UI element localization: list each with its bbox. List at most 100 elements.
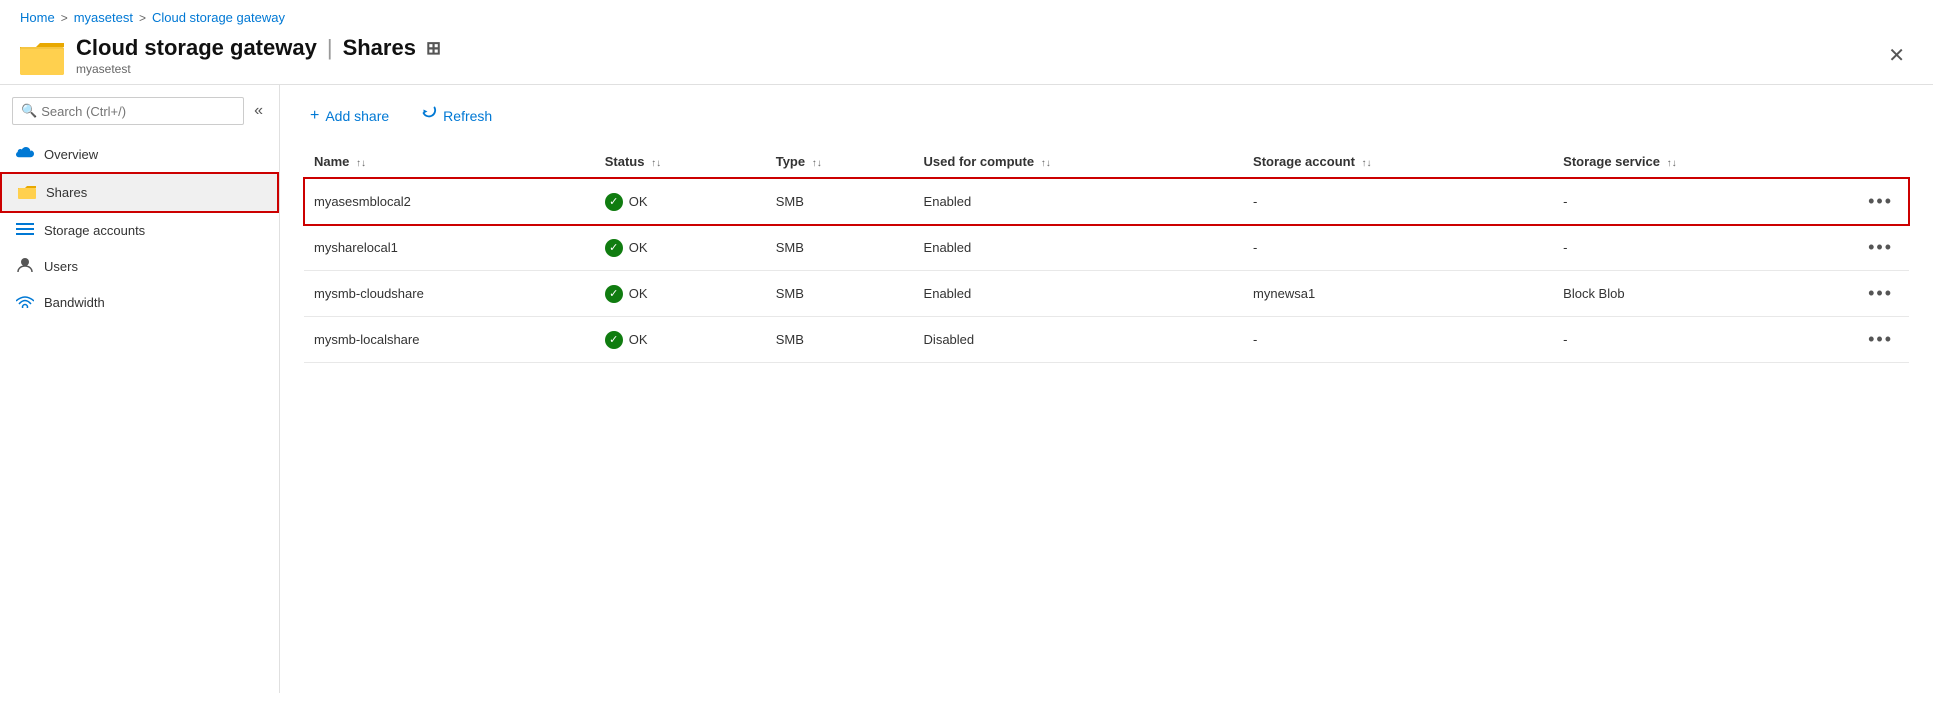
cell-name: mysmb-localshare bbox=[304, 317, 595, 363]
add-share-button[interactable]: + Add share bbox=[304, 103, 395, 129]
sort-name-icon[interactable]: ↑↓ bbox=[356, 158, 366, 169]
sidebar-item-bandwidth[interactable]: Bandwidth bbox=[0, 285, 279, 320]
shares-table: Name ↑↓ Status ↑↓ Type ↑↓ Used for com bbox=[304, 146, 1909, 363]
table-row[interactable]: myasesmblocal2 ✓ OK SMB Enabled - - • bbox=[304, 178, 1909, 225]
refresh-button[interactable]: Refresh bbox=[415, 101, 498, 130]
status-ok-icon: ✓ bbox=[605, 331, 623, 349]
cell-more[interactable]: ••• bbox=[1852, 178, 1909, 225]
sort-storage-account-icon[interactable]: ↑↓ bbox=[1362, 158, 1372, 169]
refresh-icon bbox=[421, 105, 437, 126]
title-divider: | bbox=[327, 35, 333, 61]
overview-icon bbox=[16, 146, 34, 163]
section-text: Shares bbox=[343, 35, 416, 61]
col-storage-account[interactable]: Storage account ↑↓ bbox=[1243, 146, 1553, 178]
cell-status: ✓ OK bbox=[595, 317, 766, 363]
cell-type: SMB bbox=[766, 225, 914, 271]
header-subtitle: myasetest bbox=[76, 62, 441, 76]
sidebar-item-storage-accounts[interactable]: Storage accounts bbox=[0, 213, 279, 248]
cell-storage-account: - bbox=[1243, 317, 1553, 363]
sidebar-item-overview[interactable]: Overview bbox=[0, 137, 279, 172]
shares-icon bbox=[18, 183, 36, 202]
page-header: Cloud storage gateway | Shares ⊞ myasete… bbox=[0, 31, 1933, 85]
cell-name: myasesmblocal2 bbox=[304, 178, 595, 225]
folder-icon bbox=[20, 37, 64, 75]
cell-more[interactable]: ••• bbox=[1852, 225, 1909, 271]
cell-more[interactable]: ••• bbox=[1852, 317, 1909, 363]
toolbar: + Add share Refresh bbox=[304, 101, 1909, 130]
status-text: OK bbox=[629, 194, 648, 209]
cell-type: SMB bbox=[766, 178, 914, 225]
status-text: OK bbox=[629, 240, 648, 255]
breadcrumb-sep-2: > bbox=[139, 11, 146, 25]
table-row[interactable]: mysmb-cloudshare ✓ OK SMB Enabled mynews… bbox=[304, 271, 1909, 317]
status-ok-icon: ✓ bbox=[605, 239, 623, 257]
search-input-wrap[interactable]: 🔍 bbox=[12, 97, 244, 125]
search-input[interactable] bbox=[41, 104, 235, 119]
sidebar-item-bandwidth-label: Bandwidth bbox=[44, 295, 105, 310]
col-name[interactable]: Name ↑↓ bbox=[304, 146, 595, 178]
cell-storage-service: - bbox=[1553, 317, 1852, 363]
col-status[interactable]: Status ↑↓ bbox=[595, 146, 766, 178]
refresh-label: Refresh bbox=[443, 108, 492, 124]
status-text: OK bbox=[629, 286, 648, 301]
sort-status-icon[interactable]: ↑↓ bbox=[651, 158, 661, 169]
cell-storage-service: - bbox=[1553, 178, 1852, 225]
cell-status: ✓ OK bbox=[595, 178, 766, 225]
status-text: OK bbox=[629, 332, 648, 347]
cell-status: ✓ OK bbox=[595, 271, 766, 317]
breadcrumb: Home > myasetest > Cloud storage gateway bbox=[0, 0, 1933, 31]
col-actions bbox=[1852, 146, 1909, 178]
cell-name: mysmb-cloudshare bbox=[304, 271, 595, 317]
cell-status: ✓ OK bbox=[595, 225, 766, 271]
table-wrap: Name ↑↓ Status ↑↓ Type ↑↓ Used for com bbox=[304, 146, 1909, 363]
cell-name: mysharelocal1 bbox=[304, 225, 595, 271]
cell-storage-service: - bbox=[1553, 225, 1852, 271]
more-options-button[interactable]: ••• bbox=[1862, 281, 1899, 306]
more-options-button[interactable]: ••• bbox=[1862, 235, 1899, 260]
collapse-button[interactable]: « bbox=[250, 98, 267, 124]
sidebar-item-overview-label: Overview bbox=[44, 147, 98, 162]
col-type[interactable]: Type ↑↓ bbox=[766, 146, 914, 178]
col-used-for-compute[interactable]: Used for compute ↑↓ bbox=[914, 146, 1244, 178]
bandwidth-icon bbox=[16, 294, 34, 311]
title-text: Cloud storage gateway bbox=[76, 35, 317, 61]
more-options-button[interactable]: ••• bbox=[1862, 189, 1899, 214]
users-icon bbox=[16, 257, 34, 276]
sort-type-icon[interactable]: ↑↓ bbox=[812, 158, 822, 169]
search-box: 🔍 « bbox=[12, 97, 267, 125]
breadcrumb-home[interactable]: Home bbox=[20, 10, 55, 25]
cell-used-for-compute: Enabled bbox=[914, 271, 1244, 317]
sort-compute-icon[interactable]: ↑↓ bbox=[1041, 158, 1051, 169]
cell-used-for-compute: Enabled bbox=[914, 178, 1244, 225]
header-main-title: Cloud storage gateway | Shares ⊞ bbox=[76, 35, 441, 61]
table-row[interactable]: mysmb-localshare ✓ OK SMB Disabled - - bbox=[304, 317, 1909, 363]
cell-storage-service: Block Blob bbox=[1553, 271, 1852, 317]
breadcrumb-sep-1: > bbox=[61, 11, 68, 25]
table-header-row: Name ↑↓ Status ↑↓ Type ↑↓ Used for com bbox=[304, 146, 1909, 178]
cell-storage-account: - bbox=[1243, 178, 1553, 225]
breadcrumb-cloud-storage-gateway[interactable]: Cloud storage gateway bbox=[152, 10, 285, 25]
more-options-button[interactable]: ••• bbox=[1862, 327, 1899, 352]
status-ok-icon: ✓ bbox=[605, 285, 623, 303]
cell-more[interactable]: ••• bbox=[1852, 271, 1909, 317]
breadcrumb-myasetest[interactable]: myasetest bbox=[74, 10, 133, 25]
sort-storage-service-icon[interactable]: ↑↓ bbox=[1667, 158, 1677, 169]
header-titles: Cloud storage gateway | Shares ⊞ myasete… bbox=[76, 35, 441, 76]
main-layout: 🔍 « Overview Shares bbox=[0, 85, 1933, 693]
close-button[interactable]: ✕ bbox=[1880, 39, 1913, 72]
sidebar-item-users-label: Users bbox=[44, 259, 78, 274]
cell-storage-account: mynewsa1 bbox=[1243, 271, 1553, 317]
storage-accounts-icon bbox=[16, 222, 34, 239]
sidebar: 🔍 « Overview Shares bbox=[0, 85, 280, 693]
cell-used-for-compute: Disabled bbox=[914, 317, 1244, 363]
pin-icon[interactable]: ⊞ bbox=[426, 38, 441, 59]
add-icon: + bbox=[310, 107, 319, 125]
sidebar-item-shares[interactable]: Shares bbox=[0, 172, 279, 213]
cell-storage-account: - bbox=[1243, 225, 1553, 271]
sidebar-item-users[interactable]: Users bbox=[0, 248, 279, 285]
table-row[interactable]: mysharelocal1 ✓ OK SMB Enabled - - •• bbox=[304, 225, 1909, 271]
cell-type: SMB bbox=[766, 317, 914, 363]
col-storage-service[interactable]: Storage service ↑↓ bbox=[1553, 146, 1852, 178]
sidebar-item-storage-accounts-label: Storage accounts bbox=[44, 223, 145, 238]
status-ok-icon: ✓ bbox=[605, 193, 623, 211]
